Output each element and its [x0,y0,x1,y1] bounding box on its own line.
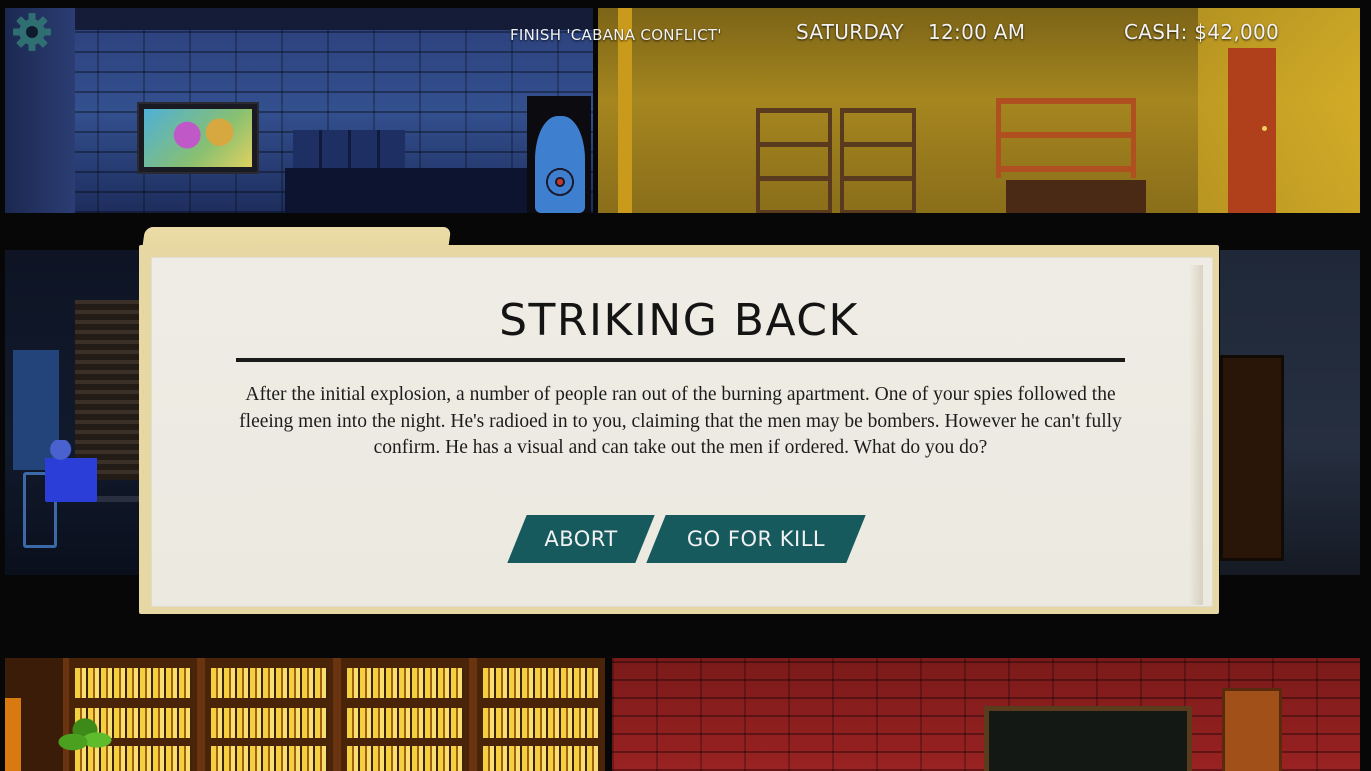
dialog-actions: ABORT GO FOR KILL [139,515,1219,563]
desk [285,168,530,213]
shelf [840,108,916,213]
abort-button-label: ABORT [544,527,618,551]
wall-map [137,102,259,174]
time-text: 12:00 AM [928,20,1026,44]
office-room [5,250,155,575]
room-wall [5,698,21,771]
bookcase [199,658,339,771]
bookcase [335,658,475,771]
go-for-kill-button[interactable]: GO FOR KILL [656,515,856,563]
dialog-body: After the initial explosion, a number of… [239,384,1122,458]
cash-text: CASH: $42,000 [1124,20,1280,44]
shooting-target [535,116,585,213]
abort-button[interactable]: ABORT [517,515,645,563]
title-divider [236,358,1125,362]
desk [1006,180,1146,213]
top-hud: FINISH 'CABANA CONFLICT' SATURDAY 12:00 … [0,0,1371,60]
hallway-room [1220,250,1360,575]
chalkboard [984,706,1192,771]
bookcase [471,658,605,771]
briefing-room [612,658,1360,771]
storage-boxes [293,130,405,170]
day-text: SATURDAY [796,20,904,44]
objective-text: FINISH 'CABANA CONFLICT' [510,26,722,44]
gear-icon[interactable] [11,11,53,53]
shelf [756,108,832,213]
door [1228,48,1276,213]
door [1222,688,1282,771]
event-dialog: STRIKING BACK After the initial explosio… [139,227,1219,614]
library-room [5,658,605,771]
agent-character [45,440,97,502]
door [1220,355,1284,561]
go-for-kill-button-label: GO FOR KILL [686,527,826,551]
potted-plant [55,718,115,758]
dialog-title: STRIKING BACK [499,295,859,346]
wall-rack [996,98,1136,178]
